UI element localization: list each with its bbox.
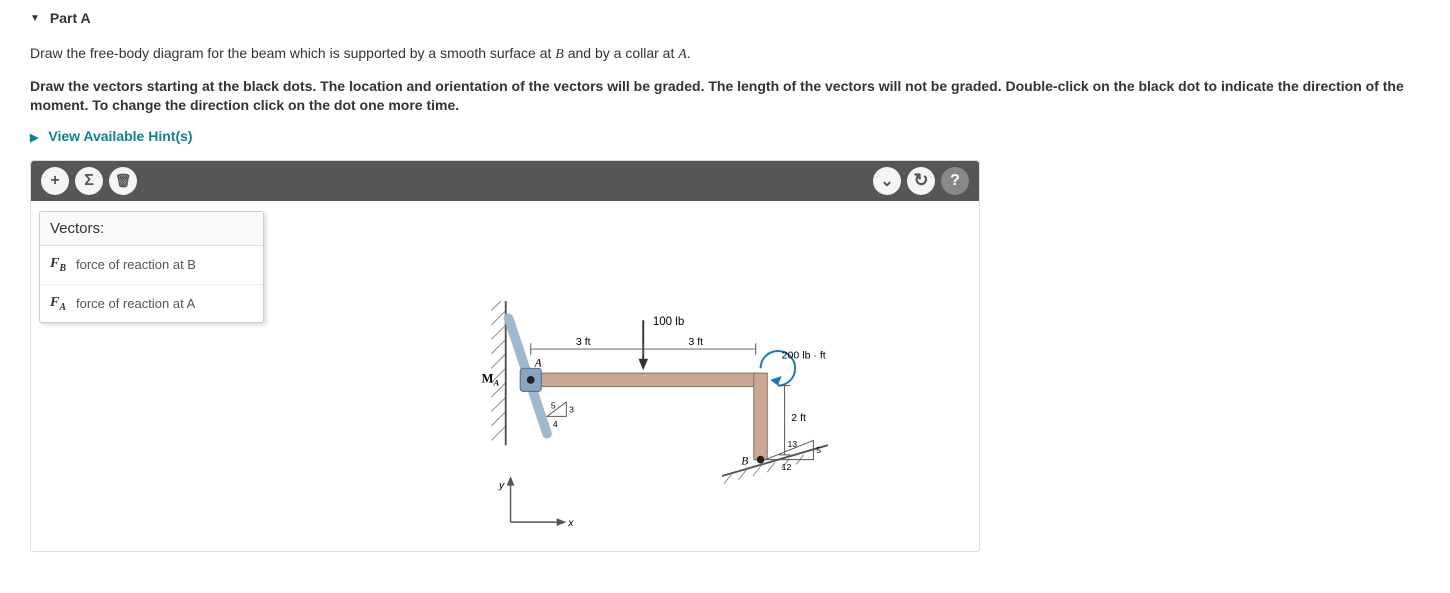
sigma-button[interactable]: Σ <box>75 167 103 195</box>
add-button[interactable]: + <box>41 167 69 195</box>
svg-text:3 ft: 3 ft <box>576 336 591 348</box>
caret-right-icon: ▶ <box>30 132 38 144</box>
drawing-canvas[interactable]: 100 lb 3 ft 3 ft 200 lb · ft 2 ft <box>264 201 979 551</box>
svg-text:200 lb · ft: 200 lb · ft <box>782 349 826 361</box>
svg-text:5: 5 <box>551 400 556 410</box>
svg-text:A: A <box>534 357 543 369</box>
svg-text:3 ft: 3 ft <box>688 336 703 348</box>
part-title: Part A <box>50 10 91 26</box>
hints-label: View Available Hint(s) <box>48 128 192 144</box>
black-dot-a[interactable] <box>527 376 535 384</box>
part-header[interactable]: ▼ Part A <box>30 10 1420 26</box>
view-hints-link[interactable]: ▶ View Available Hint(s) <box>30 128 1420 144</box>
instructions-text: Draw the vectors starting at the black d… <box>30 77 1420 116</box>
vector-symbol: FA <box>50 295 66 313</box>
svg-text:x: x <box>567 517 574 529</box>
redo-button[interactable]: ↻ <box>907 167 935 195</box>
trash-icon: 🗑 <box>115 173 132 189</box>
svg-text:13: 13 <box>787 439 797 449</box>
svg-text:y: y <box>498 479 505 491</box>
chevron-down-icon: ⌄ <box>880 171 893 191</box>
sigma-icon: Σ <box>84 172 94 190</box>
vector-item-fb[interactable]: FB force of reaction at B <box>40 246 263 285</box>
svg-text:3: 3 <box>569 404 574 414</box>
black-dot-b[interactable] <box>757 456 765 464</box>
vectors-panel: Vectors: FB force of reaction at B FA fo… <box>39 211 264 324</box>
help-icon: ? <box>950 172 960 190</box>
svg-text:12: 12 <box>782 462 792 472</box>
svg-text:5: 5 <box>816 445 821 455</box>
panel-header: Vectors: <box>40 212 263 246</box>
svg-text:B: B <box>741 455 748 467</box>
trash-button[interactable]: 🗑 <box>109 167 137 195</box>
svg-text:4: 4 <box>553 419 558 429</box>
svg-text:MA: MA <box>482 372 500 388</box>
vector-item-fa[interactable]: FA force of reaction at A <box>40 285 263 323</box>
drawing-toolbar: + Σ 🗑 ⌄ ↻ ? <box>31 161 979 201</box>
redo-icon: ↻ <box>913 170 928 191</box>
intro-text: Draw the free-body diagram for the beam … <box>30 44 1420 65</box>
expand-button[interactable]: ⌄ <box>873 167 901 195</box>
beam-diagram: 100 lb 3 ft 3 ft 200 lb · ft 2 ft <box>464 301 884 551</box>
svg-text:100 lb: 100 lb <box>653 316 684 328</box>
svg-text:2 ft: 2 ft <box>791 412 806 424</box>
help-button[interactable]: ? <box>941 167 969 195</box>
caret-down-icon: ▼ <box>30 13 40 24</box>
vector-desc: force of reaction at A <box>76 296 195 311</box>
drawing-workspace: + Σ 🗑 ⌄ ↻ ? Vectors: FB force of reactio… <box>30 160 980 552</box>
vector-symbol: FB <box>50 256 66 274</box>
plus-icon: + <box>50 172 59 190</box>
vector-desc: force of reaction at B <box>76 257 196 272</box>
